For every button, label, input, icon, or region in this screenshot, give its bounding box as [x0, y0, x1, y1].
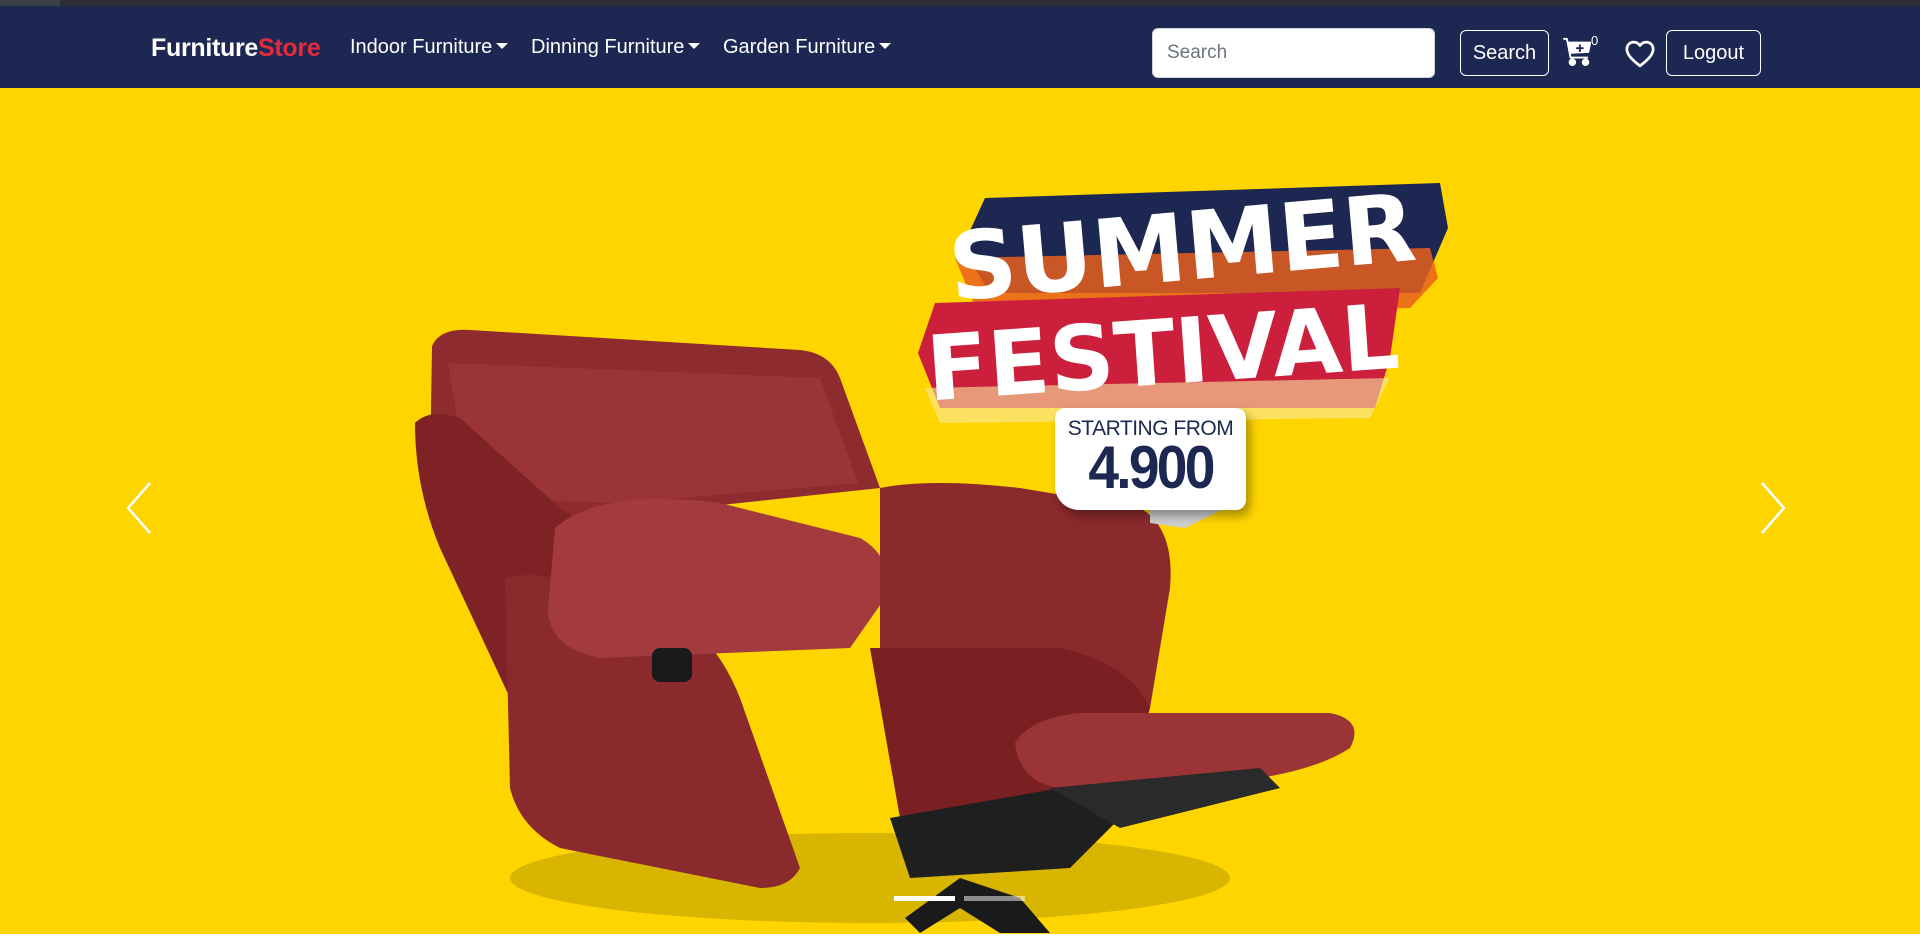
brand-part-store: Store [258, 34, 321, 62]
caret-down-icon [688, 42, 701, 49]
cart-button[interactable]: 0 [1563, 33, 1601, 72]
carousel-indicator-1[interactable] [894, 896, 955, 901]
price-value: 4.900 [1088, 434, 1215, 501]
caret-down-icon [496, 42, 509, 49]
carousel-indicator-2[interactable] [964, 896, 1025, 901]
price-card: STARTING FROM 4.900 [1055, 408, 1246, 510]
cart-count-badge: 0 [1591, 33, 1599, 48]
carousel-next-button[interactable] [1752, 478, 1802, 548]
menu-indoor-furniture[interactable]: Indoor Furniture [350, 36, 509, 59]
navbar: FurnitureStore Indoor Furniture Dinning … [0, 6, 1920, 88]
caret-down-icon [879, 42, 892, 49]
wishlist-button[interactable] [1625, 40, 1657, 70]
menu-indoor-furniture-label: Indoor Furniture [350, 36, 493, 58]
menu-dinning-furniture[interactable]: Dinning Furniture [531, 36, 701, 59]
cart-icon [1563, 37, 1592, 66]
menu-garden-furniture[interactable]: Garden Furniture [723, 36, 892, 59]
menu-garden-furniture-label: Garden Furniture [723, 36, 876, 58]
menu-dinning-furniture-label: Dinning Furniture [531, 36, 685, 58]
banner-artwork: SUMMER FESTIVAL [415, 174, 1448, 933]
search-input[interactable] [1152, 28, 1435, 78]
brand-logo[interactable]: FurnitureStore [151, 34, 321, 63]
carousel-prev-button[interactable] [120, 478, 170, 548]
brand-part-furniture: Furniture [151, 34, 259, 62]
logout-button[interactable]: Logout [1666, 30, 1761, 76]
chevron-left-icon [126, 482, 151, 534]
heart-icon [1625, 40, 1655, 68]
hero-carousel: SUMMER FESTIVAL STARTING FROM 4.900 [0, 88, 1920, 934]
search-button[interactable]: Search [1460, 30, 1549, 76]
chevron-right-icon [1761, 482, 1786, 534]
